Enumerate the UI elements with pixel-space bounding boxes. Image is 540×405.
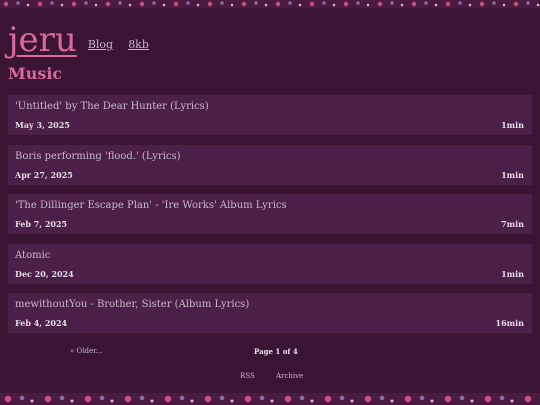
post-title[interactable]: Atomic — [15, 250, 50, 261]
floral-border-bottom — [0, 393, 540, 405]
post-list: 'Untitled' by The Dear Hunter (Lyrics) M… — [8, 95, 532, 343]
post-date: May 3, 2025 — [15, 120, 70, 130]
post-item[interactable]: 'The Dillinger Escape Plan' - 'Ire Works… — [8, 194, 532, 234]
nav-link-8kb[interactable]: 8kb — [128, 38, 149, 51]
post-title[interactable]: 'Untitled' by The Dear Hunter (Lyrics) — [15, 101, 209, 112]
post-read-time: 7min — [501, 219, 524, 229]
older-posts-link[interactable]: « Older... — [70, 347, 102, 355]
post-date: Dec 20, 2024 — [15, 268, 74, 279]
site-header: jeru Blog 8kb — [8, 14, 149, 58]
post-date: Feb 4, 2024 — [15, 318, 68, 328]
post-read-time: 1min — [501, 169, 524, 180]
rss-link[interactable]: RSS — [240, 372, 255, 380]
post-date: Feb 7, 2025 — [15, 219, 68, 229]
site-logo-link[interactable]: jeru — [8, 22, 77, 58]
floral-border-top — [0, 0, 540, 8]
nav-link-blog[interactable]: Blog — [88, 38, 113, 51]
post-title[interactable]: Boris performing 'flood.' (Lyrics) — [15, 151, 181, 162]
post-item[interactable]: Atomic Dec 20, 2024 1min — [8, 243, 532, 284]
archive-link[interactable]: Archive — [276, 372, 303, 380]
pagination: « Older... Page 1 of 4 — [8, 347, 532, 359]
section-title: Music — [8, 64, 63, 83]
site-nav: Blog 8kb — [77, 38, 149, 58]
post-item[interactable]: 'Untitled' by The Dear Hunter (Lyrics) M… — [8, 95, 532, 135]
post-title[interactable]: mewithoutYou - Brother, Sister (Album Ly… — [15, 299, 249, 310]
post-title[interactable]: 'The Dillinger Escape Plan' - 'Ire Works… — [15, 200, 287, 211]
post-item[interactable]: Boris performing 'flood.' (Lyrics) Apr 2… — [8, 144, 532, 185]
post-date: Apr 27, 2025 — [15, 169, 73, 180]
post-read-time: 1min — [501, 268, 524, 279]
post-item[interactable]: mewithoutYou - Brother, Sister (Album Ly… — [8, 293, 532, 333]
page-indicator: Page 1 of 4 — [254, 347, 298, 356]
page-content: jeru Blog 8kb Music 'Untitled' by The De… — [8, 8, 532, 393]
post-read-time: 16min — [495, 318, 524, 328]
post-read-time: 1min — [501, 120, 524, 130]
